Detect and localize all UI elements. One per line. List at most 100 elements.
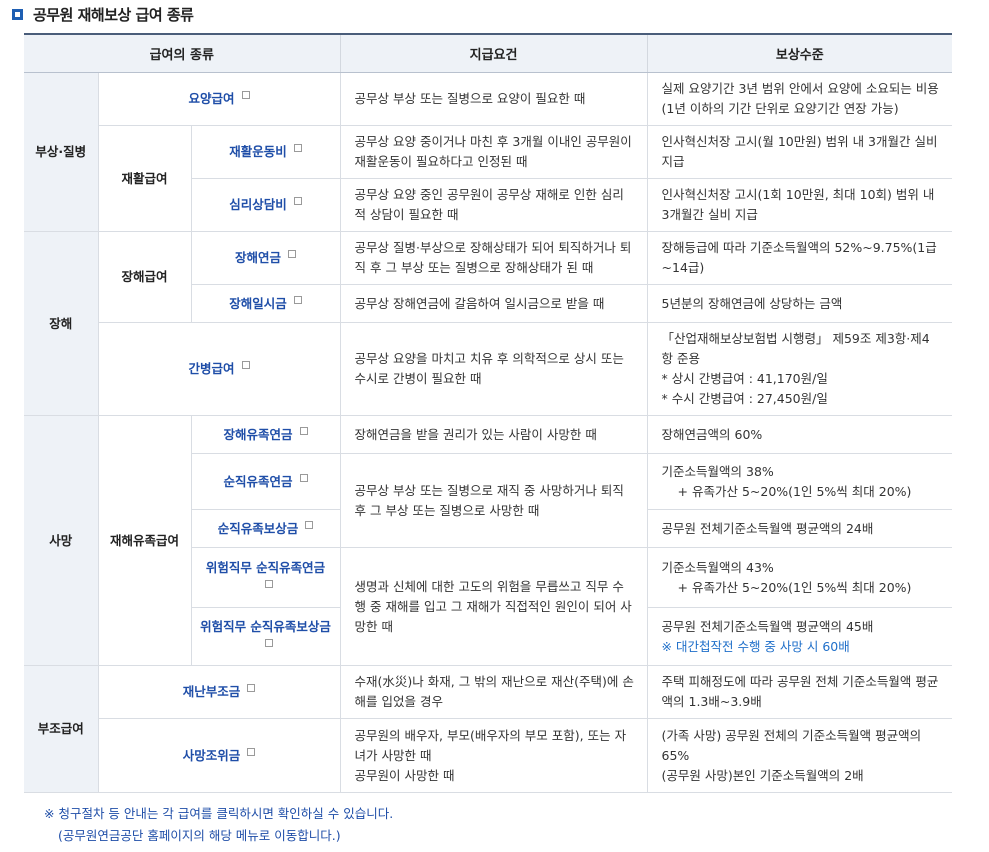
condition-cell: 장해연금을 받을 권리가 있는 사람이 사망한 때 <box>339 415 648 454</box>
level-line: * 상시 간병급여 : 41,170원/일 <box>661 371 828 386</box>
header-compensation-level: 보상수준 <box>646 33 953 73</box>
table-row: 간병급여 공무상 요양을 마치고 치유 후 의학적으로 상시 또는 수시로 간병… <box>24 322 953 416</box>
level-note: ※ 대간첩작전 수행 중 사망 시 60배 <box>661 638 850 654</box>
popup-icon[interactable] <box>247 684 256 692</box>
category-disability: 장해 <box>24 231 98 416</box>
benefit-cell: 순직유족보상금 <box>190 509 341 548</box>
benefit-cell: 재난부조금 <box>97 665 341 719</box>
popup-icon[interactable] <box>241 361 250 369</box>
popup-icon[interactable] <box>265 579 274 588</box>
level-line: + 유족가산 5~20%(1인 5%씩 최대 20%) <box>677 483 912 499</box>
level-cell: 공무원 전체기준소득월액 평균액의 24배 <box>646 509 953 548</box>
popup-icon[interactable] <box>288 250 297 258</box>
table-row: 사망 재해유족급여 장해유족연금 장해연금을 받을 권리가 있는 사람이 사망한… <box>24 415 953 666</box>
benefit-cell: 장해연금 <box>190 231 341 285</box>
condition-line: 공무원의 배우자, 부모(배우자의 부모 포함), 또는 자녀가 사망한 때 <box>354 727 627 763</box>
condition-cell: 생명과 신체에 대한 고도의 위험을 무릅쓰고 직무 수행 중 재해를 입고 그… <box>339 547 648 666</box>
benefit-cell: 심리상담비 <box>190 178 341 232</box>
level-line: 공무원 전체기준소득월액 평균액의 45배 <box>661 618 874 634</box>
benefit-cell: 순직유족연금 <box>190 453 341 510</box>
category-death: 사망 <box>24 415 98 666</box>
subcategory-rehab: 재활급여 <box>97 125 191 232</box>
category-aid: 부조급여 <box>24 665 98 793</box>
level-line: 기준소득월액의 43% <box>661 559 774 575</box>
condition-cell: 공무상 요양을 마치고 치유 후 의학적으로 상시 또는 수시로 간병이 필요한… <box>339 322 648 416</box>
benefit-cell: 위험직무 순직유족연금 <box>190 547 341 608</box>
benefit-link-counsel[interactable]: 심리상담비 <box>229 197 287 212</box>
table-row: 부조급여 재난부조금 수재(水災)나 화재, 그 밖의 재난으로 재산(주택)에… <box>24 665 953 793</box>
table-row: 부상·질병 요양급여 공무상 부상 또는 질병으로 요양이 필요한 때 실제 요… <box>24 72 953 232</box>
benefit-link-hazard-survivor[interactable]: 위험직무 순직유족연금 <box>206 560 325 575</box>
benefit-link-disaster[interactable]: 재난부조금 <box>183 684 241 699</box>
header-payment-condition: 지급요건 <box>339 33 648 73</box>
level-cell: (가족 사망) 공무원 전체의 기준소득월액 평균액의 65% (공무원 사망)… <box>646 718 953 793</box>
benefit-link-exercise[interactable]: 재활운동비 <box>229 144 287 159</box>
benefit-link-dis-survivor[interactable]: 장해유족연금 <box>224 427 293 442</box>
popup-icon[interactable] <box>241 91 250 99</box>
condition-cell: 공무원의 배우자, 부모(배우자의 부모 포함), 또는 자녀가 사망한 때 공… <box>339 718 648 793</box>
level-line: (공무원 사망)본인 기준소득월액의 2배 <box>661 767 864 783</box>
footnote-line: (공무원연금공단 홈페이지의 해당 메뉴로 이동합니다.) <box>58 828 341 843</box>
benefit-cell: 재활운동비 <box>190 125 341 179</box>
table-row: 재활급여 재활운동비 공무상 요양 중이거나 마친 후 3개월 이내인 공무원이… <box>24 125 953 232</box>
page-title: 공무원 재해보상 급여 종류 <box>33 5 194 24</box>
category-injury: 부상·질병 <box>24 72 98 232</box>
benefit-table: 급여의 종류 지급요건 보상수준 부상·질병 요양급여 공무상 부상 또는 질병… <box>24 33 953 793</box>
level-line: 「산업재해보상보험법 시행령」 제59조 제3항·제4항 준용 <box>661 331 930 366</box>
level-cell: 기준소득월액의 43% + 유족가산 5~20%(1인 5%씩 최대 20%) <box>646 547 953 608</box>
benefit-link-duty-survivor[interactable]: 순직유족연금 <box>224 474 293 489</box>
condition-cell: 공무상 요양 중인 공무원이 공무상 재해로 인한 심리적 상담이 필요한 때 <box>339 178 648 232</box>
benefit-cell: 장해일시금 <box>190 284 341 323</box>
condition-cell: 수재(水災)나 화재, 그 밖의 재난으로 재산(주택)에 손해를 입었을 경우 <box>339 665 648 719</box>
level-cell: 장해등급에 따라 기준소득월액의 52%~9.75%(1급~14급) <box>646 231 953 285</box>
level-line: 기준소득월액의 38% <box>661 463 774 479</box>
benefit-link-duty-comp[interactable]: 순직유족보상금 <box>218 521 299 536</box>
benefit-cell: 사망조위금 <box>97 718 341 793</box>
table-row: 장해 장해급여 장해연금 공무상 질병·부상으로 장해상태가 되어 퇴직하거나 … <box>24 231 953 416</box>
popup-icon[interactable] <box>293 144 302 152</box>
benefit-cell: 위험직무 순직유족보상금 <box>190 607 341 666</box>
popup-icon[interactable] <box>265 638 274 647</box>
level-cell: 장해연금액의 60% <box>646 415 953 454</box>
table-header-row: 급여의 종류 지급요건 보상수준 <box>24 33 953 73</box>
benefit-link-nursing[interactable]: 간병급여 <box>189 361 235 376</box>
level-cell: 인사혁신처장 고시(1회 10만원, 최대 10회) 범위 내 3개월간 실비 … <box>646 178 953 232</box>
condition-cell: 공무상 요양 중이거나 마친 후 3개월 이내인 공무원이 재활운동이 필요하다… <box>339 125 648 179</box>
benefit-cell: 요양급여 <box>97 72 341 126</box>
benefit-link-condolence[interactable]: 사망조위금 <box>183 748 241 763</box>
condition-cell: 공무상 부상 또는 질병으로 요양이 필요한 때 <box>339 72 648 126</box>
benefit-link-yoyang[interactable]: 요양급여 <box>189 91 235 106</box>
level-cell: 「산업재해보상보험법 시행령」 제59조 제3항·제4항 준용 * 상시 간병급… <box>646 322 953 416</box>
square-bullet-icon <box>12 8 23 20</box>
benefit-cell: 간병급여 <box>97 322 341 416</box>
condition-cell: 공무상 부상 또는 질병으로 재직 중 사망하거나 퇴직 후 그 부상 또는 질… <box>339 453 648 548</box>
subcategory-survivor: 재해유족급여 <box>97 415 191 666</box>
level-cell: 공무원 전체기준소득월액 평균액의 45배 ※ 대간첩작전 수행 중 사망 시 … <box>646 607 953 666</box>
subcategory-disability: 장해급여 <box>97 231 191 323</box>
condition-cell: 공무상 질병·부상으로 장해상태가 되어 퇴직하거나 퇴직 후 그 부상 또는 … <box>339 231 648 285</box>
popup-icon[interactable] <box>247 747 256 756</box>
popup-icon[interactable] <box>293 295 302 304</box>
header-benefit-type: 급여의 종류 <box>24 33 341 73</box>
popup-icon[interactable] <box>305 520 314 529</box>
popup-icon[interactable] <box>293 197 302 205</box>
level-cell: 주택 피해정도에 따라 공무원 전체 기준소득월액 평균액의 1.3배~3.9배 <box>646 665 953 719</box>
benefit-cell: 장해유족연금 <box>190 415 341 454</box>
level-line: (가족 사망) 공무원 전체의 기준소득월액 평균액의 65% <box>661 727 922 763</box>
level-cell: 기준소득월액의 38% + 유족가산 5~20%(1인 5%씩 최대 20%) <box>646 453 953 510</box>
level-line: * 수시 간병급여 : 27,450원/일 <box>661 391 828 406</box>
table-row: 사망조위금 공무원의 배우자, 부모(배우자의 부모 포함), 또는 자녀가 사… <box>24 718 953 793</box>
level-cell: 5년분의 장해연금에 상당하는 금액 <box>646 284 953 323</box>
benefit-link-lump[interactable]: 장해일시금 <box>229 296 287 311</box>
footnote: ※ 청구절차 등 안내는 각 급여를 클릭하시면 확인하실 수 있습니다. (공… <box>44 803 393 847</box>
footnote-line: ※ 청구절차 등 안내는 각 급여를 클릭하시면 확인하실 수 있습니다. <box>44 806 394 821</box>
benefit-link-hazard-comp[interactable]: 위험직무 순직유족보상금 <box>200 619 331 634</box>
popup-icon[interactable] <box>299 426 308 435</box>
level-line: + 유족가산 5~20%(1인 5%씩 최대 20%) <box>677 579 912 595</box>
condition-cell: 공무상 장해연금에 갈음하여 일시금으로 받을 때 <box>339 284 648 323</box>
level-cell: 인사혁신처장 고시(월 10만원) 범위 내 3개월간 실비 지급 <box>646 125 953 179</box>
level-cell: 실제 요양기간 3년 범위 안에서 요양에 소요되는 비용(1년 이하의 기간 … <box>646 72 953 126</box>
section-heading: 공무원 재해보상 급여 종류 <box>12 2 194 26</box>
benefit-link-pension[interactable]: 장해연금 <box>235 250 281 265</box>
popup-icon[interactable] <box>299 473 308 482</box>
